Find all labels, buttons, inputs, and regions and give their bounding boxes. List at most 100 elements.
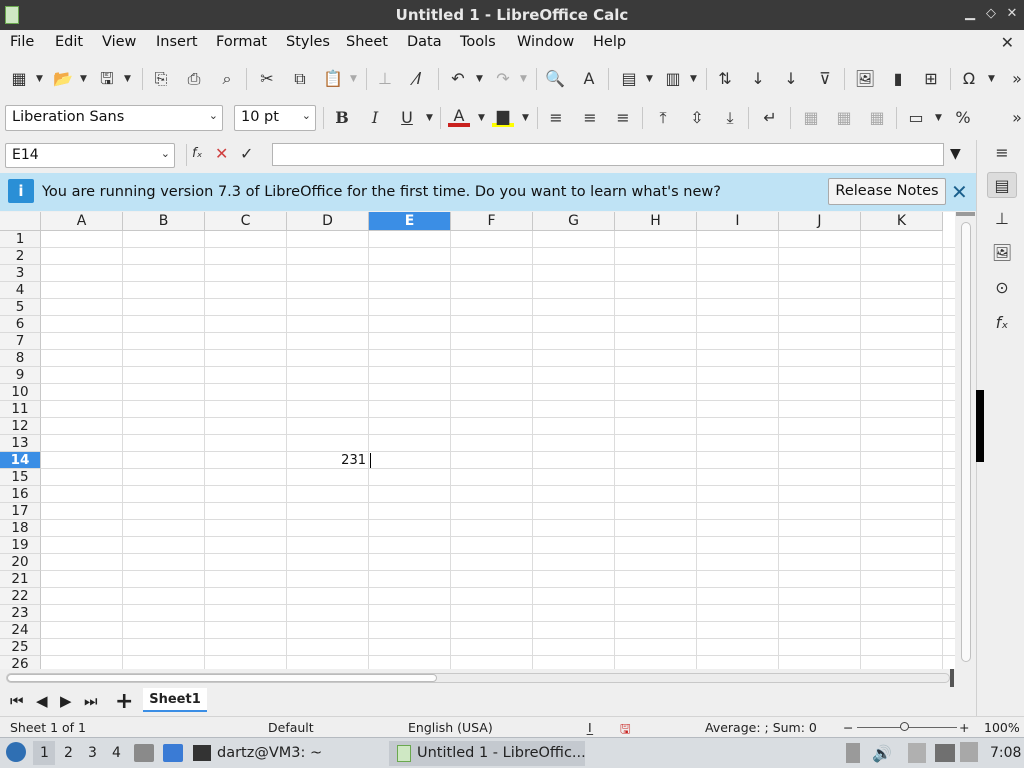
column-header-j[interactable]: J — [779, 212, 861, 231]
horizontal-scroll-thumb[interactable] — [7, 674, 437, 682]
navigator-icon[interactable]: ⊙ — [991, 277, 1013, 299]
redo-icon[interactable]: ↷ — [492, 68, 514, 90]
zoom-level[interactable]: 100% — [984, 720, 1020, 735]
minimize-icon[interactable]: ▁ — [961, 5, 979, 23]
print-icon[interactable]: ⎙ — [183, 68, 205, 90]
workspace-1[interactable]: 1 — [40, 745, 49, 761]
row-header-15[interactable]: 15 — [0, 469, 41, 486]
menu-view[interactable]: View — [102, 34, 136, 50]
row-icon[interactable]: ▤ — [618, 68, 640, 90]
menu-help[interactable]: Help — [593, 34, 626, 50]
functions-icon[interactable]: fₓ — [991, 312, 1013, 334]
autofilter-icon[interactable]: ⊽ — [814, 68, 836, 90]
row-header-13[interactable]: 13 — [0, 435, 41, 452]
selection-mode-icon[interactable]: I̲ — [588, 720, 592, 735]
sheet-tab-sheet1[interactable]: Sheet1 — [143, 688, 207, 712]
row-header-12[interactable]: 12 — [0, 418, 41, 435]
sort-icon[interactable]: ⇅ — [714, 68, 736, 90]
close-window-icon[interactable]: ✕ — [1003, 5, 1021, 23]
insert-chart-icon[interactable]: ▮ — [887, 68, 909, 90]
highlight-color-icon[interactable]: ▆ — [492, 105, 514, 127]
function-wizard-icon[interactable]: fₓ — [192, 146, 202, 161]
merge-cells-icon[interactable]: ▦ — [800, 107, 822, 129]
row-header-9[interactable]: 9 — [0, 367, 41, 384]
scroll-split-handle[interactable] — [950, 669, 954, 687]
undo-icon[interactable]: ↶ — [447, 68, 469, 90]
align-top-icon[interactable]: ⤒ — [652, 107, 674, 129]
underline-dropdown-icon[interactable]: ▼ — [426, 107, 434, 129]
clone-formatting-icon[interactable]: ⊥ — [374, 68, 396, 90]
save-dropdown-icon[interactable]: ▼ — [124, 68, 132, 90]
font-color-icon[interactable]: A — [448, 105, 470, 127]
file-manager-icon[interactable] — [134, 744, 154, 762]
highlight-color-dropdown-icon[interactable]: ▼ — [522, 107, 530, 129]
column-icon[interactable]: ▥ — [662, 68, 684, 90]
column-header-h[interactable]: H — [615, 212, 697, 231]
align-center-icon[interactable]: ≡ — [579, 107, 601, 129]
insert-image-icon[interactable]: 🖼 — [854, 68, 876, 90]
currency-dropdown-icon[interactable]: ▼ — [935, 107, 943, 129]
undo-dropdown-icon[interactable]: ▼ — [476, 68, 484, 90]
close-infobar-icon[interactable]: ✕ — [951, 180, 968, 204]
last-sheet-icon[interactable]: ⏭ — [84, 692, 98, 710]
row-header-22[interactable]: 22 — [0, 588, 41, 605]
maximize-icon[interactable]: ◇ — [982, 5, 1000, 23]
column-header-d[interactable]: D — [287, 212, 369, 231]
volume-icon[interactable]: 🔊 — [872, 744, 892, 763]
column-header-a[interactable]: A — [41, 212, 123, 231]
row-header-24[interactable]: 24 — [0, 622, 41, 639]
currency-icon[interactable]: ▭ — [905, 107, 927, 129]
row-header-17[interactable]: 17 — [0, 503, 41, 520]
properties-icon[interactable]: ▤ — [987, 172, 1017, 198]
row-header-26[interactable]: 26 — [0, 656, 41, 669]
menu-sheet[interactable]: Sheet — [346, 34, 388, 50]
row-header-14[interactable]: 14 — [0, 452, 41, 469]
underline-icon[interactable]: U — [396, 107, 418, 129]
spelling-icon[interactable]: A — [578, 68, 600, 90]
menu-tools[interactable]: Tools — [460, 34, 496, 50]
zoom-out-icon[interactable]: − — [843, 720, 853, 735]
update-notifier-icon[interactable] — [960, 742, 978, 762]
sort-ascending-icon[interactable]: ↓ — [747, 68, 769, 90]
sidebar-collapse-handle[interactable] — [976, 390, 984, 462]
font-color-dropdown-icon[interactable]: ▼ — [478, 107, 486, 129]
column-header-e[interactable]: E — [369, 212, 451, 231]
row-header-11[interactable]: 11 — [0, 401, 41, 418]
copy-icon[interactable]: ⧉ — [289, 68, 311, 90]
sidebar-menu-icon[interactable]: ≡ — [991, 142, 1013, 164]
row-header-6[interactable]: 6 — [0, 316, 41, 333]
taskbar-libreoffice[interactable]: Untitled 1 - LibreOffic... — [389, 741, 586, 766]
unmerge-cells-icon[interactable]: ▦ — [866, 107, 888, 129]
paste-icon[interactable]: 📋 — [322, 68, 344, 90]
status-page-style[interactable]: Default — [268, 720, 314, 735]
name-box[interactable]: E14 ⌄ — [5, 143, 175, 168]
row-header-19[interactable]: 19 — [0, 537, 41, 554]
column-header-i[interactable]: I — [697, 212, 779, 231]
menu-insert[interactable]: Insert — [156, 34, 198, 50]
select-all-corner[interactable] — [0, 212, 41, 231]
export-pdf-icon[interactable]: ⎘ — [150, 68, 172, 90]
vertical-scroll-thumb[interactable] — [961, 222, 971, 662]
column-header-f[interactable]: F — [451, 212, 533, 231]
align-bottom-icon[interactable]: ⤓ — [719, 107, 741, 129]
row-header-25[interactable]: 25 — [0, 639, 41, 656]
row-header-18[interactable]: 18 — [0, 520, 41, 537]
row-header-8[interactable]: 8 — [0, 350, 41, 367]
row-header-23[interactable]: 23 — [0, 605, 41, 622]
toolbar-overflow-icon[interactable]: » — [1006, 107, 1024, 129]
row-header-2[interactable]: 2 — [0, 248, 41, 265]
row-header-10[interactable]: 10 — [0, 384, 41, 401]
clipboard-icon[interactable] — [846, 743, 860, 763]
find-replace-icon[interactable]: 🔍 — [544, 68, 566, 90]
vertical-scrollbar[interactable] — [955, 212, 976, 669]
row-header-21[interactable]: 21 — [0, 571, 41, 588]
close-document-icon[interactable]: ✕ — [1001, 33, 1014, 52]
menu-window[interactable]: Window — [517, 34, 574, 50]
formula-input[interactable] — [272, 143, 944, 166]
row-header-1[interactable]: 1 — [0, 231, 41, 248]
open-icon[interactable]: 📂 — [52, 68, 74, 90]
print-preview-icon[interactable]: ⌕ — [216, 68, 238, 90]
row-header-5[interactable]: 5 — [0, 299, 41, 316]
column-header-b[interactable]: B — [123, 212, 205, 231]
sort-descending-icon[interactable]: ↓ — [780, 68, 802, 90]
